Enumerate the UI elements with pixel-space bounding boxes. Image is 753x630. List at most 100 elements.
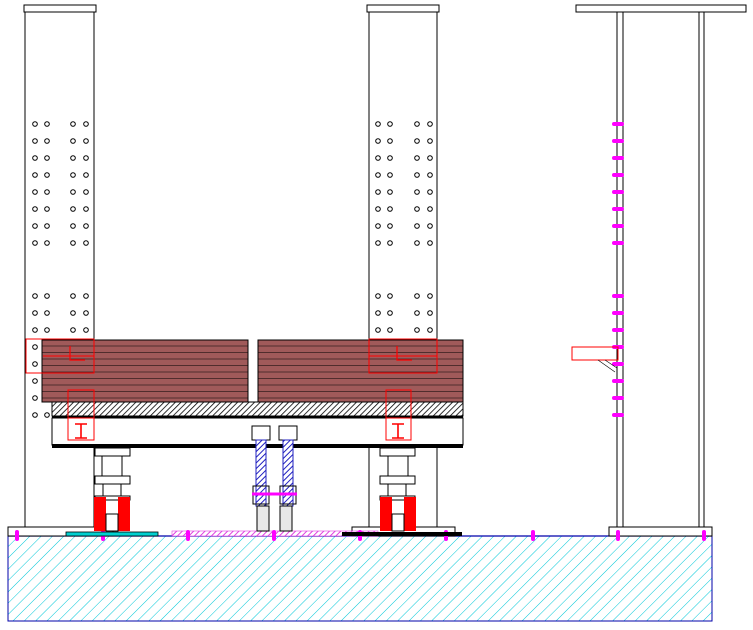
concrete-foundation xyxy=(7,535,713,622)
column-hole xyxy=(375,206,381,212)
column-hole xyxy=(375,223,381,229)
column-hole xyxy=(414,189,420,195)
column-hole xyxy=(375,310,381,316)
column-hole xyxy=(32,344,38,350)
column-hole xyxy=(375,189,381,195)
column-hole xyxy=(83,206,89,212)
bolt xyxy=(612,207,624,211)
right-column xyxy=(571,4,747,528)
bolt xyxy=(612,328,624,332)
column-hole xyxy=(32,189,38,195)
right-support xyxy=(342,447,462,536)
column-hole xyxy=(44,240,50,246)
column-hole xyxy=(83,138,89,144)
anchor-bolt xyxy=(531,530,535,541)
column-hole xyxy=(414,172,420,178)
column-hole xyxy=(44,155,50,161)
column-hole xyxy=(44,310,50,316)
column-hole xyxy=(44,206,50,212)
column-hole xyxy=(44,223,50,229)
bolt xyxy=(612,122,624,126)
column-hole xyxy=(32,378,38,384)
column-hole xyxy=(44,327,50,333)
column-hole xyxy=(32,240,38,246)
column-hole xyxy=(387,121,393,127)
column-hole xyxy=(387,206,393,212)
column-hole xyxy=(427,310,433,316)
column-hole xyxy=(414,293,420,299)
column-hole xyxy=(32,121,38,127)
column-hole xyxy=(44,412,50,418)
column-hole xyxy=(375,240,381,246)
column-hole xyxy=(70,189,76,195)
column-hole xyxy=(70,240,76,246)
column-hole xyxy=(32,395,38,401)
column-hole xyxy=(32,172,38,178)
column-hole xyxy=(387,155,393,161)
column-hole xyxy=(32,361,38,367)
column-hole xyxy=(387,172,393,178)
column-hole xyxy=(414,240,420,246)
anchor-bolt xyxy=(616,530,620,541)
column-hole xyxy=(70,327,76,333)
column-hole xyxy=(32,138,38,144)
column-hole xyxy=(387,223,393,229)
column-hole xyxy=(32,310,38,316)
column-hole xyxy=(427,121,433,127)
right-column-bracket xyxy=(571,346,619,373)
column-hole xyxy=(83,310,89,316)
column-hole xyxy=(387,327,393,333)
column-hole xyxy=(414,121,420,127)
column-hole xyxy=(375,121,381,127)
column-hole xyxy=(427,172,433,178)
anchor-bolt xyxy=(186,530,190,541)
column-hole xyxy=(83,293,89,299)
bolt xyxy=(612,241,624,245)
bolt xyxy=(612,362,624,366)
column-hole xyxy=(387,189,393,195)
column-hole xyxy=(70,223,76,229)
column-hole xyxy=(32,223,38,229)
column-hole xyxy=(427,189,433,195)
column-hole xyxy=(427,155,433,161)
column-hole xyxy=(83,240,89,246)
column-hole xyxy=(387,293,393,299)
column-hole xyxy=(427,223,433,229)
column-hole xyxy=(387,240,393,246)
bolt xyxy=(612,173,624,177)
column-hole xyxy=(414,206,420,212)
bolt xyxy=(612,156,624,160)
column-hole xyxy=(414,223,420,229)
column-hole xyxy=(83,327,89,333)
column-hole xyxy=(32,327,38,333)
column-hole xyxy=(32,293,38,299)
column-hole xyxy=(375,155,381,161)
column-hole xyxy=(375,327,381,333)
column-hole xyxy=(414,327,420,333)
elevation-drawing xyxy=(7,4,747,622)
column-hole xyxy=(427,206,433,212)
column-hole xyxy=(414,310,420,316)
right-beam xyxy=(257,339,464,403)
column-hole xyxy=(44,138,50,144)
column-hole xyxy=(83,155,89,161)
column-hole xyxy=(44,172,50,178)
column-hole xyxy=(44,121,50,127)
column-hole xyxy=(44,293,50,299)
column-hole xyxy=(70,121,76,127)
bolt xyxy=(612,379,624,383)
column-hole xyxy=(83,121,89,127)
column-hole xyxy=(427,138,433,144)
column-hole xyxy=(83,223,89,229)
column-hole xyxy=(70,310,76,316)
column-hole xyxy=(70,206,76,212)
left-beam xyxy=(41,339,249,403)
anchor-bolt xyxy=(702,530,706,541)
column-hole xyxy=(70,293,76,299)
column-hole xyxy=(427,240,433,246)
column-hole xyxy=(83,172,89,178)
column-hole xyxy=(375,138,381,144)
left-column xyxy=(23,4,97,528)
column-hole xyxy=(427,327,433,333)
column-hole xyxy=(70,155,76,161)
